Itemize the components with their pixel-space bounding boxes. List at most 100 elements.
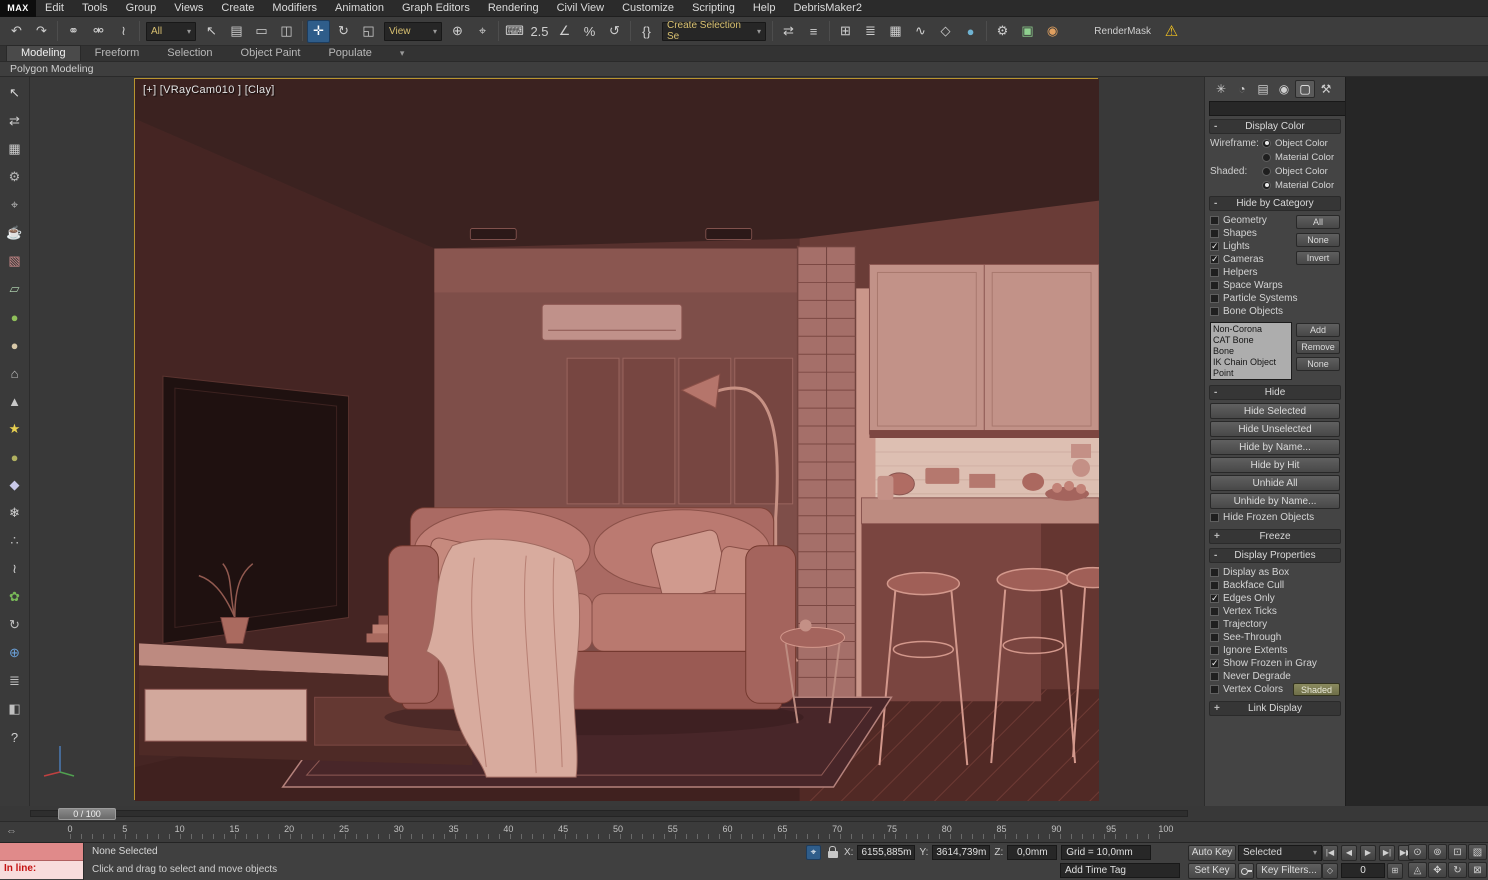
button-unhide-by-name[interactable]: Unhide by Name...: [1210, 493, 1340, 509]
row-never-degrade[interactable]: Never Degrade: [1210, 670, 1340, 683]
zoom-all-icon[interactable]: ⊚: [1428, 844, 1447, 860]
button-none[interactable]: None: [1296, 233, 1340, 247]
mirror-tool-icon[interactable]: ⇄: [2, 108, 28, 134]
bind-to-spacewarp-icon[interactable]: ≀: [112, 20, 135, 43]
checker-icon[interactable]: ▧: [2, 248, 28, 274]
checkbox-see-through[interactable]: [1210, 633, 1219, 642]
button-hide-selected[interactable]: Hide Selected: [1210, 403, 1340, 419]
checkbox-hide-frozen-objects[interactable]: [1210, 513, 1219, 522]
command-tab-utilities[interactable]: ⚒: [1316, 80, 1336, 98]
rollout-header-hide[interactable]: - Hide: [1209, 385, 1341, 400]
checkbox-show-frozen-in-gray[interactable]: [1210, 659, 1219, 668]
row-helpers[interactable]: Helpers: [1210, 266, 1340, 279]
row-particle-systems[interactable]: Particle Systems: [1210, 292, 1340, 305]
flower-icon[interactable]: ✿: [2, 584, 28, 610]
checkbox-shapes[interactable]: [1210, 229, 1219, 238]
select-link-icon[interactable]: ⚭: [62, 20, 85, 43]
checkbox-bone-objects[interactable]: [1210, 307, 1219, 316]
zoom-extents-icon[interactable]: ⊡: [1448, 844, 1467, 860]
zoom-icon[interactable]: ⊙: [1408, 844, 1427, 860]
unlink-icon[interactable]: ⚮: [87, 20, 110, 43]
row-bone-objects[interactable]: Bone Objects: [1210, 305, 1340, 318]
layer-explorer-icon[interactable]: ≣: [859, 20, 882, 43]
cone-icon[interactable]: ▲: [2, 388, 28, 414]
z-coordinate-field[interactable]: 0,0mm: [1007, 845, 1057, 860]
checkbox-vertex-ticks[interactable]: [1210, 607, 1219, 616]
selection-lock-toggle[interactable]: [825, 845, 840, 860]
timeline-ruler[interactable]: ⇔ 05101520253035404550556065707580859095…: [0, 822, 1488, 843]
snapshot-tool-icon[interactable]: ⌖: [2, 192, 28, 218]
named-selection-sets-dropdown[interactable]: Create Selection Se▾: [662, 22, 766, 41]
button-none[interactable]: None: [1296, 357, 1340, 371]
menu-animation[interactable]: Animation: [326, 0, 393, 17]
layers-icon[interactable]: ≣: [2, 668, 28, 694]
play-button[interactable]: ▶: [1360, 845, 1376, 861]
checkbox-space-warps[interactable]: [1210, 281, 1219, 290]
command-tab-motion[interactable]: ◉: [1274, 80, 1294, 98]
render-production-icon[interactable]: ◉: [1041, 20, 1064, 43]
shaded-button[interactable]: Shaded: [1293, 683, 1340, 696]
render-mask-label[interactable]: RenderMask: [1094, 26, 1151, 37]
button-hide-by-hit[interactable]: Hide by Hit: [1210, 457, 1340, 473]
viewport-area[interactable]: [+] [VRayCam010 ] [Clay]: [30, 77, 1204, 806]
absolute-mode-toggle[interactable]: ⌖: [806, 845, 821, 860]
menu-tools[interactable]: Tools: [73, 0, 117, 17]
tab-selection[interactable]: Selection: [153, 46, 226, 61]
align-icon[interactable]: ≡: [802, 20, 825, 43]
maximize-viewport-icon[interactable]: ⊠: [1468, 862, 1487, 878]
time-slider-handle[interactable]: 0 / 100: [58, 808, 116, 820]
diamond-icon[interactable]: ◆: [2, 472, 28, 498]
select-and-manipulate-icon[interactable]: ⌖: [471, 20, 494, 43]
radio-icon[interactable]: [1262, 139, 1271, 148]
set-key-button[interactable]: Set Key: [1188, 863, 1236, 879]
key-filter-dropdown[interactable]: Selected▾: [1238, 845, 1322, 861]
row-backface-cull[interactable]: Backface Cull: [1210, 579, 1340, 592]
list-option-non-corona[interactable]: Non-Corona: [1213, 324, 1289, 335]
toggle-ribbon-icon[interactable]: ▦: [884, 20, 907, 43]
track-bar-groove[interactable]: [30, 810, 1188, 817]
list-option-bone[interactable]: Bone: [1213, 346, 1289, 357]
button-invert[interactable]: Invert: [1296, 251, 1340, 265]
category-list[interactable]: Non-CoronaCAT BoneBoneIK Chain ObjectPoi…: [1210, 322, 1292, 380]
button-hide-by-name[interactable]: Hide by Name...: [1210, 439, 1340, 455]
x-coordinate-field[interactable]: 6155,885m: [857, 845, 915, 860]
schematic-view-icon[interactable]: ◇: [934, 20, 957, 43]
list-option-cat-bone[interactable]: CAT Bone: [1213, 335, 1289, 346]
radio-icon[interactable]: [1262, 181, 1271, 190]
row-trajectory[interactable]: Trajectory: [1210, 618, 1340, 631]
menu-edit[interactable]: Edit: [36, 0, 73, 17]
ribbon-minimize-icon[interactable]: ▾: [400, 46, 405, 61]
select-arrow-icon[interactable]: ↖: [2, 80, 28, 106]
keyboard-shortcut-override-icon[interactable]: ⌨: [503, 20, 526, 43]
zoom-region-icon[interactable]: ▧: [1468, 844, 1487, 860]
percent-snap-icon[interactable]: %: [578, 20, 601, 43]
menu-scripting[interactable]: Scripting: [683, 0, 744, 17]
maxscript-mini-listener[interactable]: In line:: [0, 843, 84, 880]
tv[interactable]: [163, 376, 349, 643]
track-bar[interactable]: 0 / 100: [0, 806, 1488, 822]
row-ignore-extents[interactable]: Ignore Extents: [1210, 644, 1340, 657]
row-vertex-ticks[interactable]: Vertex Ticks: [1210, 605, 1340, 618]
snowflake-icon[interactable]: ❄: [2, 500, 28, 526]
menu-graph-editors[interactable]: Graph Editors: [393, 0, 479, 17]
render-setup-icon[interactable]: ⚙: [991, 20, 1014, 43]
button-all[interactable]: All: [1296, 215, 1340, 229]
checkbox-lights[interactable]: [1210, 242, 1219, 251]
row-vertex-colors[interactable]: Vertex Colors Shaded: [1210, 683, 1340, 696]
radio-wireframe-object-color[interactable]: Object Color: [1262, 137, 1340, 149]
row-space-warps[interactable]: Space Warps: [1210, 279, 1340, 292]
button-remove[interactable]: Remove: [1296, 340, 1340, 354]
current-frame-field[interactable]: 0: [1341, 863, 1385, 878]
checkbox-edges-only[interactable]: [1210, 594, 1219, 603]
key-filters-button[interactable]: Key Filters...: [1256, 863, 1322, 879]
viewport-label[interactable]: [+] [VRayCam010 ] [Clay]: [143, 84, 275, 96]
sphere-tan-icon[interactable]: ●: [2, 332, 28, 358]
row-hide-frozen-objects[interactable]: Hide Frozen Objects: [1210, 511, 1340, 524]
sphere-green-icon[interactable]: ●: [2, 304, 28, 330]
menu-modifiers[interactable]: Modifiers: [263, 0, 326, 17]
edit-named-selection-sets-icon[interactable]: {}: [635, 20, 658, 43]
tab-object-paint[interactable]: Object Paint: [227, 46, 315, 61]
ribbon-panel-strip[interactable]: Polygon Modeling: [0, 62, 1488, 77]
orbit-viewport-icon[interactable]: ↻: [1448, 862, 1467, 878]
help-icon[interactable]: ?: [2, 724, 28, 750]
